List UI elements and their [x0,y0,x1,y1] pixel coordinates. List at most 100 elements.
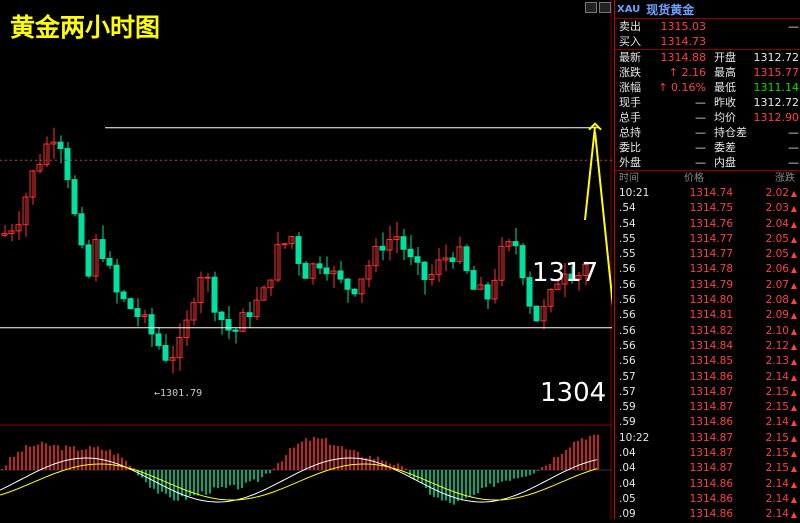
tick-time: .54 [619,202,636,215]
tick-row: .54 1314.75 2.03 ▲ [615,201,800,216]
candle-body [421,261,428,281]
candle-body [323,267,330,275]
row-value: — [694,156,706,169]
row-value [750,34,800,49]
candle-body [351,288,358,295]
tick-price: 1314.87 [689,401,733,414]
row-value: — [694,111,706,124]
row-label: 最高 [713,66,736,79]
candle-body [400,236,407,250]
candle-body [463,246,470,272]
row-label: 昨收 [713,96,736,109]
row-value: — [694,96,706,109]
row-value: — [788,20,799,33]
row-value: 1314.88 [660,51,706,64]
tick-row: .56 1314.85 2.13 ▲ [615,354,800,369]
tick-price: 1314.77 [689,248,733,261]
tick-row: .57 1314.86 2.14 ▲ [615,370,800,385]
row-value: 1315.77 [753,66,800,79]
tick-time: .54 [619,217,636,230]
row-label: 内盘 [713,156,736,169]
symbol-name: 现货黄金 [646,2,695,17]
tick-price: 1314.87 [689,431,733,444]
quote-rows: 卖出 1315.03 — 买入 1314.73 [615,19,800,49]
tick-row: .56 1314.84 2.12 ▲ [615,339,800,354]
tick-time: .56 [619,278,636,291]
close-icon[interactable] [599,2,611,13]
tick-price: 1314.84 [689,339,733,352]
tick-change: 2.10 [765,324,789,337]
tick-price: 1314.76 [689,217,733,230]
tick-list[interactable]: 10:21 1314.74 2.02 ▲ .54 1314.75 2.03 ▲ .54 1314.… [615,186,800,523]
tick-header: 时间 价格 涨跌 [615,171,800,186]
tick-change: 2.04 [765,217,789,230]
tick-change: 2.14 [765,508,789,521]
tick-price: 1314.86 [689,508,733,521]
quote-row: 涨跌 ↑ 2.16 最高 1315.77 [615,65,800,80]
candle-body [113,264,120,293]
tick-change: 2.05 [765,248,789,261]
tick-row: .57 1314.87 2.15 ▲ [615,385,800,400]
row-value: 1312.72 [753,96,800,109]
row-label: 卖出 [619,20,641,33]
tick-change: 2.07 [765,278,789,291]
candle-body [232,329,239,332]
tick-price: 1314.81 [689,309,733,322]
chart-title: 黄金两小时图 [10,13,161,42]
tick-header-time: 时间 [619,173,639,184]
candle-body [211,276,218,313]
candle-body [407,248,414,258]
row-label: 总手 [619,111,641,124]
tick-row: .59 1314.87 2.15 ▲ [615,400,800,415]
chart-area: 黄金两小时图 1317 1304 ←1301.79 [0,0,612,519]
up-arrow-icon: ▲ [790,387,798,397]
candle-body [344,278,351,290]
tick-row: 10:21 1314.74 2.02 ▲ [615,186,800,201]
minimize-icon[interactable] [585,2,597,13]
tick-price: 1314.78 [689,263,733,276]
up-arrow-icon: ▲ [790,341,798,351]
candle-body [533,305,540,322]
quote-row: 外盘 — 内盘 — [615,155,800,170]
candle-body [155,333,162,347]
tick-price: 1314.87 [689,385,733,398]
window-controls [585,2,611,13]
up-arrow-icon: ▲ [790,189,798,198]
tick-row: .55 1314.77 2.05 ▲ [615,247,800,262]
row-label: 持仓差 [713,126,747,139]
candle-body [337,270,344,280]
symbol-code: XAU [617,3,641,15]
tick-price: 1314.87 [689,462,733,475]
candle-body [78,213,85,246]
tick-price: 1314.86 [689,492,733,505]
tick-change: 2.09 [765,309,789,322]
tick-change: 2.03 [765,202,789,215]
candle-body [162,345,169,361]
tick-change: 2.13 [765,355,789,368]
row-value: — [788,156,799,169]
tick-time: .04 [619,447,636,460]
row-label: 总持 [619,126,641,139]
candlestick-chart [0,0,612,519]
row-value: 1314.73 [660,35,706,48]
tick-change: 2.06 [765,263,789,276]
tick-price: 1314.77 [689,232,733,245]
row-label: 最新 [619,51,641,64]
quote-row: 委比 — 委差 — [615,140,800,155]
up-arrow-icon: ▲ [790,433,798,443]
tick-time: .09 [619,508,636,521]
up-arrow-icon: ▲ [790,510,798,520]
quote-row: 现手 — 昨收 1312.72 [615,95,800,110]
tick-change: 2.15 [765,401,789,414]
up-arrow-icon: ▲ [790,494,798,504]
tick-change: 2.15 [765,385,789,398]
tick-time: .05 [619,492,636,505]
tick-change: 2.15 [765,462,789,475]
row-label [710,34,750,49]
tick-time: .04 [619,462,636,475]
candle-body [120,291,127,300]
tick-row: .09 1314.86 2.14 ▲ [615,507,800,522]
candle-body [519,245,526,279]
tick-price: 1314.86 [689,370,733,383]
candle-body [414,256,421,263]
